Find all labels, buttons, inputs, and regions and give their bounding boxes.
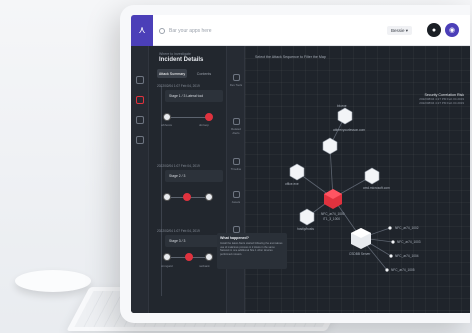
clock-icon: [232, 158, 240, 165]
node-label-center2: IT1_3_1000: [323, 217, 341, 221]
timeline-node[interactable]: [205, 253, 213, 261]
notification-icon[interactable]: ●: [427, 23, 441, 37]
top-bar: ⋏ Bar your apps here Bessie ▾ ● ◉: [131, 15, 470, 46]
node-label: netbank: [199, 264, 210, 268]
panel-title: Incident Details: [159, 57, 204, 63]
incident-panel: Where to investigate Incident Details At…: [149, 46, 227, 313]
timeline-node[interactable]: [163, 193, 171, 201]
bell-icon: [232, 118, 240, 125]
document-icon[interactable]: [136, 136, 144, 144]
search-bar[interactable]: Bar your apps here: [159, 25, 309, 37]
search-icon: [159, 28, 165, 34]
tab-contents[interactable]: Contents: [189, 69, 219, 78]
node-label: NFC_ar74_1004: [395, 254, 419, 258]
node-label-center: NFC_ar74_1000: [321, 212, 345, 216]
timeline-stage-card[interactable]: Stage 2 / 3: [165, 170, 223, 182]
node-label: NFC_ar74_1002: [395, 226, 419, 230]
code-icon: [232, 74, 240, 81]
what-happened-card: What happened? Install the latest Alerts…: [217, 233, 287, 269]
timeline-node[interactable]: [163, 113, 171, 121]
desk-scene: ⋏ Bar your apps here Bessie ▾ ● ◉ Where …: [0, 0, 472, 333]
settings-dropdown[interactable]: Bessie ▾: [387, 26, 413, 35]
compromised-node: [324, 189, 342, 209]
node-label-cluster: CSDBB Server: [349, 252, 371, 256]
panel-subtitle: Where to investigate: [159, 52, 191, 56]
app-screen: ⋏ Bar your apps here Bessie ▾ ● ◉ Where …: [131, 15, 470, 313]
timeline-date: 2022/02/04 1:07 Feb 04, 2019: [157, 164, 200, 168]
server-icon: [232, 191, 240, 198]
mouse: [15, 270, 91, 292]
timeline-date: 2022/02/04 1:07 Feb 04, 2019: [157, 229, 200, 233]
timeline-stage-card[interactable]: Stage 1 / 3 Lateral tool: [165, 90, 223, 102]
timeline-node[interactable]: [163, 253, 171, 261]
tool-timeline[interactable]: Timeline: [228, 158, 244, 171]
tool-related-alerts[interactable]: Related Alerts: [228, 118, 244, 135]
home-icon[interactable]: [136, 76, 144, 84]
server-cluster-node: [351, 228, 371, 249]
icon-rail: [131, 46, 149, 313]
node-label-right: cmd.microsoft.com: [363, 186, 390, 190]
timeline-node-alert[interactable]: [185, 253, 193, 261]
node-label-upper: bb.exe: [337, 104, 347, 108]
node-label: dmloop: [199, 123, 209, 127]
node-label: wbhosts: [161, 123, 173, 127]
panel-tabs: Attack Summary Contents: [157, 69, 219, 78]
timeline-node-alert[interactable]: [183, 193, 191, 201]
timeline-date: 2022/02/04 1:07 Feb 04, 2019: [157, 84, 200, 88]
profile-avatar[interactable]: ◉: [445, 23, 459, 37]
app-logo[interactable]: ⋏: [131, 15, 153, 46]
node-label-left: office.exe: [285, 182, 299, 186]
monitor: ⋏ Bar your apps here Bessie ▾ ● ◉ Where …: [120, 5, 470, 323]
timeline-node-alert[interactable]: [205, 113, 213, 121]
node-label: NFC_ar74_1005: [391, 268, 415, 272]
shield-icon[interactable]: [136, 116, 144, 124]
tab-attack-summary[interactable]: Attack Summary: [157, 69, 187, 78]
tool-dev[interactable]: Dev Tools: [228, 74, 244, 87]
timeline-node[interactable]: [205, 193, 213, 201]
node-label: cnmgatd: [161, 264, 173, 268]
network-map[interactable]: Select the Attack Sequence to Filter the…: [245, 46, 470, 313]
node-label-lower-left: hostip/hosts: [297, 227, 315, 231]
alert-icon[interactable]: [136, 96, 144, 104]
node-label-top: abbrevyourlesson.com: [333, 128, 366, 132]
node-label: NFC_ar74_1003: [397, 240, 421, 244]
network-graph: [289, 107, 395, 272]
timeline-stage-card[interactable]: Stage 3 / 3: [165, 235, 223, 247]
what-happened-title: What happened?: [220, 236, 249, 240]
tool-column: Dev Tools Related Alerts Timeline Assets…: [227, 46, 245, 313]
what-happened-body: Install the latest Alerts started follow…: [220, 242, 283, 256]
search-input[interactable]: Bar your apps here: [169, 28, 212, 34]
tool-assets[interactable]: Assets: [228, 191, 244, 204]
warning-icon: [232, 226, 240, 233]
